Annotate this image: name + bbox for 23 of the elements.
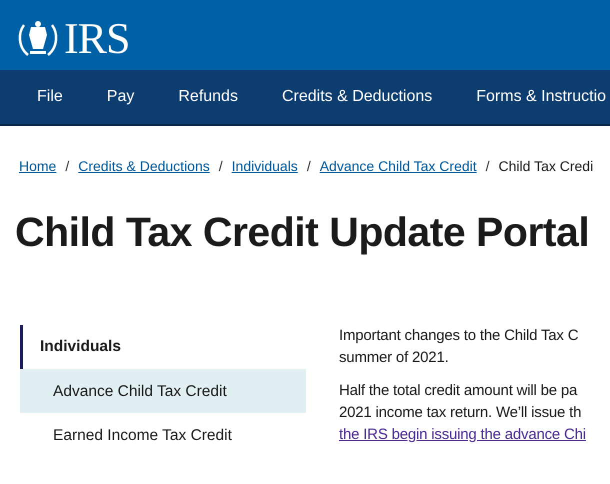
breadcrumb-link[interactable]: Home xyxy=(19,156,56,177)
nav-link[interactable]: Refunds xyxy=(178,85,238,109)
paragraph-line: summer of 2021. xyxy=(339,348,449,368)
nav-link[interactable]: File xyxy=(37,85,63,109)
paragraph-line: Half the total credit amount will be pa xyxy=(339,381,578,402)
breadcrumb-link[interactable]: Advance Child Tax Credit xyxy=(320,156,477,177)
breadcrumb-current: Child Tax Credi xyxy=(498,157,594,176)
sidebar-item[interactable]: Advance Child Tax Credit xyxy=(20,369,306,414)
paragraph-line: 2021 income tax return. We’ll issue th xyxy=(339,403,582,424)
breadcrumb-link[interactable]: Credits & Deductions xyxy=(78,156,210,177)
breadcrumb-separator: / xyxy=(65,157,70,176)
breadcrumb-link[interactable]: Individuals xyxy=(232,156,298,177)
sidebar-item[interactable]: Earned Income Tax Credit xyxy=(20,413,306,458)
nav-link[interactable]: Credits & Deductions xyxy=(282,85,432,109)
text-link[interactable]: the IRS begin issuing the advance Chi xyxy=(339,424,586,446)
paragraph-line: Important changes to the Child Tax C xyxy=(339,326,578,346)
logo-text[interactable]: IRS xyxy=(64,15,130,63)
breadcrumb-separator: / xyxy=(218,157,223,176)
breadcrumb-separator: / xyxy=(306,157,311,176)
page-title: Child Tax Credit Update Portal xyxy=(15,208,590,257)
nav-link[interactable]: Pay xyxy=(106,85,134,109)
nav-link[interactable]: Forms & Instructio xyxy=(476,85,606,109)
breadcrumb-separator: / xyxy=(486,157,490,176)
